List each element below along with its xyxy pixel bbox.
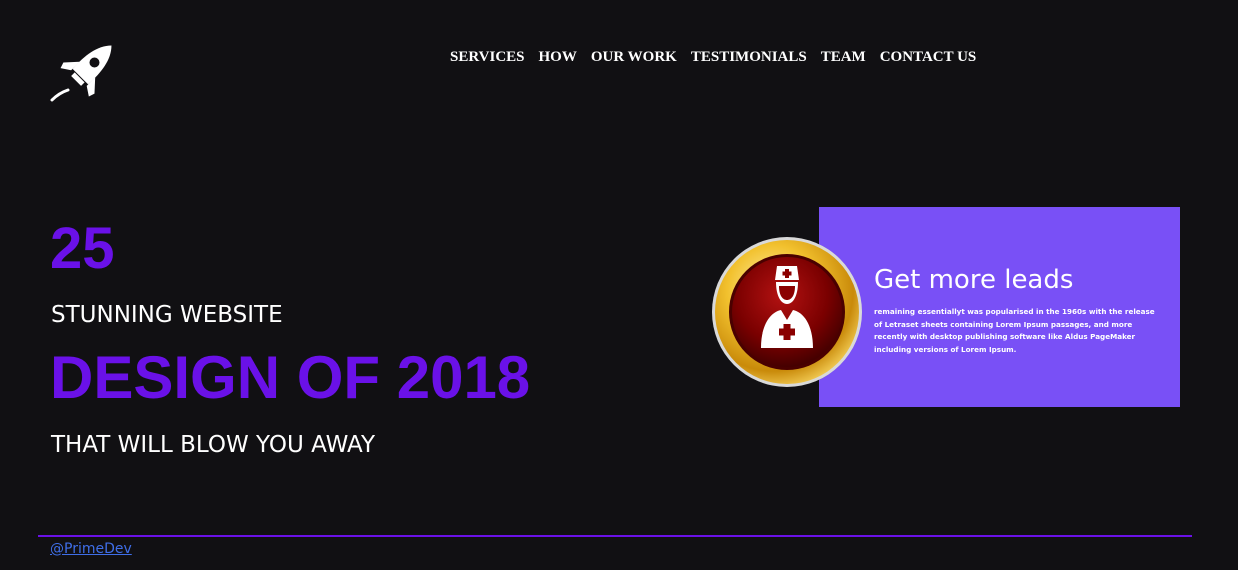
nav-how[interactable]: HOW (539, 49, 577, 66)
footer-link[interactable]: @PrimeDev (50, 541, 132, 557)
hero-number: 25 (50, 216, 115, 281)
hero-headline: DESIGN OF 2018 (50, 344, 531, 411)
footer-divider (38, 535, 1192, 537)
hero-subtitle: STUNNING WEBSITE (51, 302, 283, 328)
leads-card: Get more leads remaining essentiallyt wa… (819, 207, 1180, 407)
nav-services[interactable]: SERVICES (450, 49, 525, 66)
main-nav: SERVICES HOW OUR WORK TESTIMONIALS TEAM … (450, 49, 990, 66)
nav-contact-us[interactable]: CONTACT US (880, 49, 977, 66)
card-body: remaining essentiallyt was popularised i… (874, 307, 1155, 354)
nav-testimonials[interactable]: TESTIMONIALS (691, 49, 807, 66)
rocket-icon[interactable] (48, 34, 124, 108)
hero-tagline: THAT WILL BLOW YOU AWAY (51, 432, 376, 458)
nav-our-work[interactable]: OUR WORK (591, 49, 677, 66)
nav-team[interactable]: TEAM (821, 49, 866, 66)
nurse-icon (711, 236, 863, 388)
card-title: Get more leads (874, 265, 1074, 295)
page: SERVICES HOW OUR WORK TESTIMONIALS TEAM … (0, 0, 1238, 570)
